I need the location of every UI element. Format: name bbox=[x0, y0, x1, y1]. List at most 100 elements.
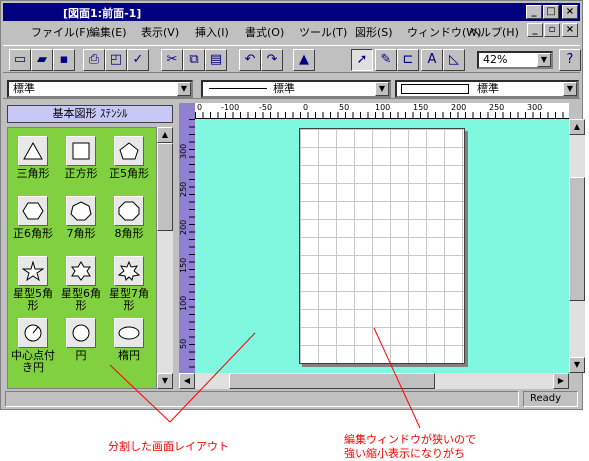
shape-pentagon[interactable]: 正5角形 bbox=[106, 136, 152, 180]
ruler-tick-label: 50 bbox=[179, 338, 188, 349]
scroll-left-icon[interactable]: ◀ bbox=[179, 373, 195, 389]
print-preview-icon[interactable]: ◰ bbox=[105, 49, 127, 71]
shape-label: 星型6角形 bbox=[61, 287, 101, 312]
scroll-thumb[interactable] bbox=[569, 177, 585, 301]
menu-format[interactable]: 書式(O) bbox=[245, 24, 284, 40]
minimize-button[interactable]: _ bbox=[526, 5, 542, 19]
title-bar: [図面1:前面-1] _ □ × bbox=[3, 3, 580, 21]
chevron-down-icon[interactable]: ▼ bbox=[375, 82, 389, 96]
line-style-select[interactable]: 標準 ▼ bbox=[201, 80, 391, 98]
text-style-select[interactable]: 標準 ▼ bbox=[7, 80, 193, 98]
application-window: [図面1:前面-1] _ □ × ファイル(F) 編集(E) 表示(V) 挿入(… bbox=[0, 0, 585, 410]
pencil-tool-icon[interactable]: ✎ bbox=[375, 49, 397, 71]
shape-star6[interactable]: 星型6角形 bbox=[58, 256, 104, 312]
scroll-thumb[interactable] bbox=[229, 373, 435, 389]
stencil-open-icon[interactable]: ▲ bbox=[293, 49, 315, 71]
scroll-right-icon[interactable]: ▶ bbox=[553, 373, 569, 389]
shape-circle-center[interactable]: 中心点付き円 bbox=[10, 318, 56, 374]
shape-label: 星型5角形 bbox=[13, 287, 53, 312]
pentagon-icon bbox=[114, 136, 144, 166]
shape-label: 中心点付き円 bbox=[11, 349, 55, 374]
status-ready: Ready bbox=[523, 391, 578, 407]
shape-square[interactable]: 正方形 bbox=[58, 136, 104, 180]
canvas-horizontal-scrollbar[interactable]: ◀ ▶ bbox=[179, 373, 569, 389]
stencil-scrollbar[interactable]: ▲ ▼ bbox=[157, 127, 173, 389]
pointer-tool-icon[interactable]: ➚ bbox=[351, 49, 373, 71]
cut-icon[interactable]: ✂ bbox=[161, 49, 183, 71]
menu-view[interactable]: 表示(V) bbox=[141, 24, 179, 40]
shape-label: 三角形 bbox=[16, 167, 50, 180]
shape-label: 正6角形 bbox=[13, 227, 53, 240]
scroll-down-icon[interactable]: ▼ bbox=[157, 373, 173, 389]
maximize-button[interactable]: □ bbox=[543, 5, 559, 19]
shape-ellipse[interactable]: 楕円 bbox=[106, 318, 152, 362]
ellipse-icon bbox=[114, 318, 144, 348]
menu-help[interactable]: ヘルプ(H) bbox=[469, 24, 519, 40]
undo-icon[interactable]: ↶ bbox=[239, 49, 261, 71]
doc-minimize-button[interactable]: _ bbox=[527, 23, 543, 37]
close-button[interactable]: × bbox=[562, 5, 578, 19]
scroll-up-icon[interactable]: ▲ bbox=[157, 127, 173, 143]
menu-edit[interactable]: 編集(E) bbox=[89, 24, 127, 40]
shape-heptagon[interactable]: 7角形 bbox=[58, 196, 104, 240]
redo-icon[interactable]: ↷ bbox=[261, 49, 283, 71]
shape-hexagon[interactable]: 正6角形 bbox=[10, 196, 56, 240]
fill-style-value: 標準 bbox=[477, 82, 499, 95]
shape-circle[interactable]: 円 bbox=[58, 318, 104, 362]
save-icon[interactable]: ▪ bbox=[53, 49, 75, 71]
chevron-down-icon[interactable]: ▼ bbox=[177, 82, 191, 96]
stencil-title[interactable]: 基本図形 ｽﾃﾝｼﾙ bbox=[7, 105, 173, 123]
text-tool-icon[interactable]: A bbox=[421, 49, 443, 71]
ruler-tick-label: 300 bbox=[179, 143, 188, 159]
annotation-narrow-window-2: 強い縮小表示になりがち bbox=[344, 447, 465, 460]
standard-toolbar: ▭ ▰ ▪ ⎙ ◰ ✓ ✂ ⧉ ▤ ↶ ↷ ▲ ➚ ✎ ⊏ A ◺ 42% ▼ … bbox=[3, 45, 581, 73]
spellcheck-icon[interactable]: ✓ bbox=[127, 49, 149, 71]
canvas-vertical-scrollbar[interactable]: ▲ ▼ bbox=[569, 119, 585, 373]
chevron-down-icon[interactable]: ▼ bbox=[563, 82, 577, 96]
fill-style-select[interactable]: 標準 ▼ bbox=[395, 80, 579, 98]
status-message bbox=[5, 391, 519, 407]
menu-insert[interactable]: 挿入(I) bbox=[195, 24, 229, 40]
ruler-tick-label: 250 bbox=[179, 181, 188, 197]
shape-label: 星型7角形 bbox=[109, 287, 149, 312]
scroll-down-icon[interactable]: ▼ bbox=[569, 357, 585, 373]
copy-icon[interactable]: ⧉ bbox=[183, 49, 205, 71]
ruler-tick-label: 200 bbox=[451, 103, 467, 112]
window-title: [図面1:前面-1] bbox=[63, 7, 142, 20]
menu-file[interactable]: ファイル(F) bbox=[31, 24, 90, 40]
menu-shape[interactable]: 図形(S) bbox=[355, 24, 393, 40]
help-icon[interactable]: ? bbox=[559, 49, 581, 71]
doc-restore-button[interactable]: ▫ bbox=[544, 23, 560, 37]
shape-star5[interactable]: 星型5角形 bbox=[10, 256, 56, 312]
connector-tool-icon[interactable]: ⊏ bbox=[397, 49, 419, 71]
shape-octagon[interactable]: 8角形 bbox=[106, 196, 152, 240]
fill-sample bbox=[401, 84, 469, 94]
shape-triangle[interactable]: 三角形 bbox=[10, 136, 56, 180]
shape-star7[interactable]: 星型7角形 bbox=[106, 256, 152, 312]
ruler-ticks bbox=[195, 112, 569, 118]
new-file-icon[interactable]: ▭ bbox=[9, 49, 31, 71]
star7-icon bbox=[114, 256, 144, 286]
ruler-tick-label: -100 bbox=[221, 103, 240, 112]
zoom-select[interactable]: 42% ▼ bbox=[477, 51, 553, 69]
chevron-down-icon[interactable]: ▼ bbox=[537, 53, 551, 67]
annotation-split-layout: 分割した画面レイアウト bbox=[108, 440, 229, 453]
paste-icon[interactable]: ▤ bbox=[205, 49, 227, 71]
shape-label: 7角形 bbox=[66, 227, 96, 240]
print-icon[interactable]: ⎙ bbox=[83, 49, 105, 71]
line-style-value: 標準 bbox=[273, 82, 295, 95]
open-file-icon[interactable]: ▰ bbox=[31, 49, 53, 71]
shape-label: 円 bbox=[75, 349, 87, 362]
menu-tools[interactable]: ツール(T) bbox=[299, 24, 347, 40]
menu-bar: ファイル(F) 編集(E) 表示(V) 挿入(I) 書式(O) ツール(T) 図… bbox=[3, 21, 580, 39]
scroll-thumb[interactable] bbox=[157, 143, 173, 231]
scroll-up-icon[interactable]: ▲ bbox=[569, 119, 585, 135]
ruler-tick-label: 50 bbox=[339, 103, 350, 112]
triangle-icon bbox=[18, 136, 48, 166]
drawing-workspace[interactable] bbox=[195, 119, 569, 373]
ruler-tick-label: -50 bbox=[259, 103, 273, 112]
doc-close-button[interactable]: × bbox=[562, 23, 578, 37]
ruler-tick-label: 150 bbox=[179, 257, 188, 273]
rotation-tool-icon[interactable]: ◺ bbox=[443, 49, 465, 71]
drawing-page[interactable] bbox=[299, 128, 465, 364]
